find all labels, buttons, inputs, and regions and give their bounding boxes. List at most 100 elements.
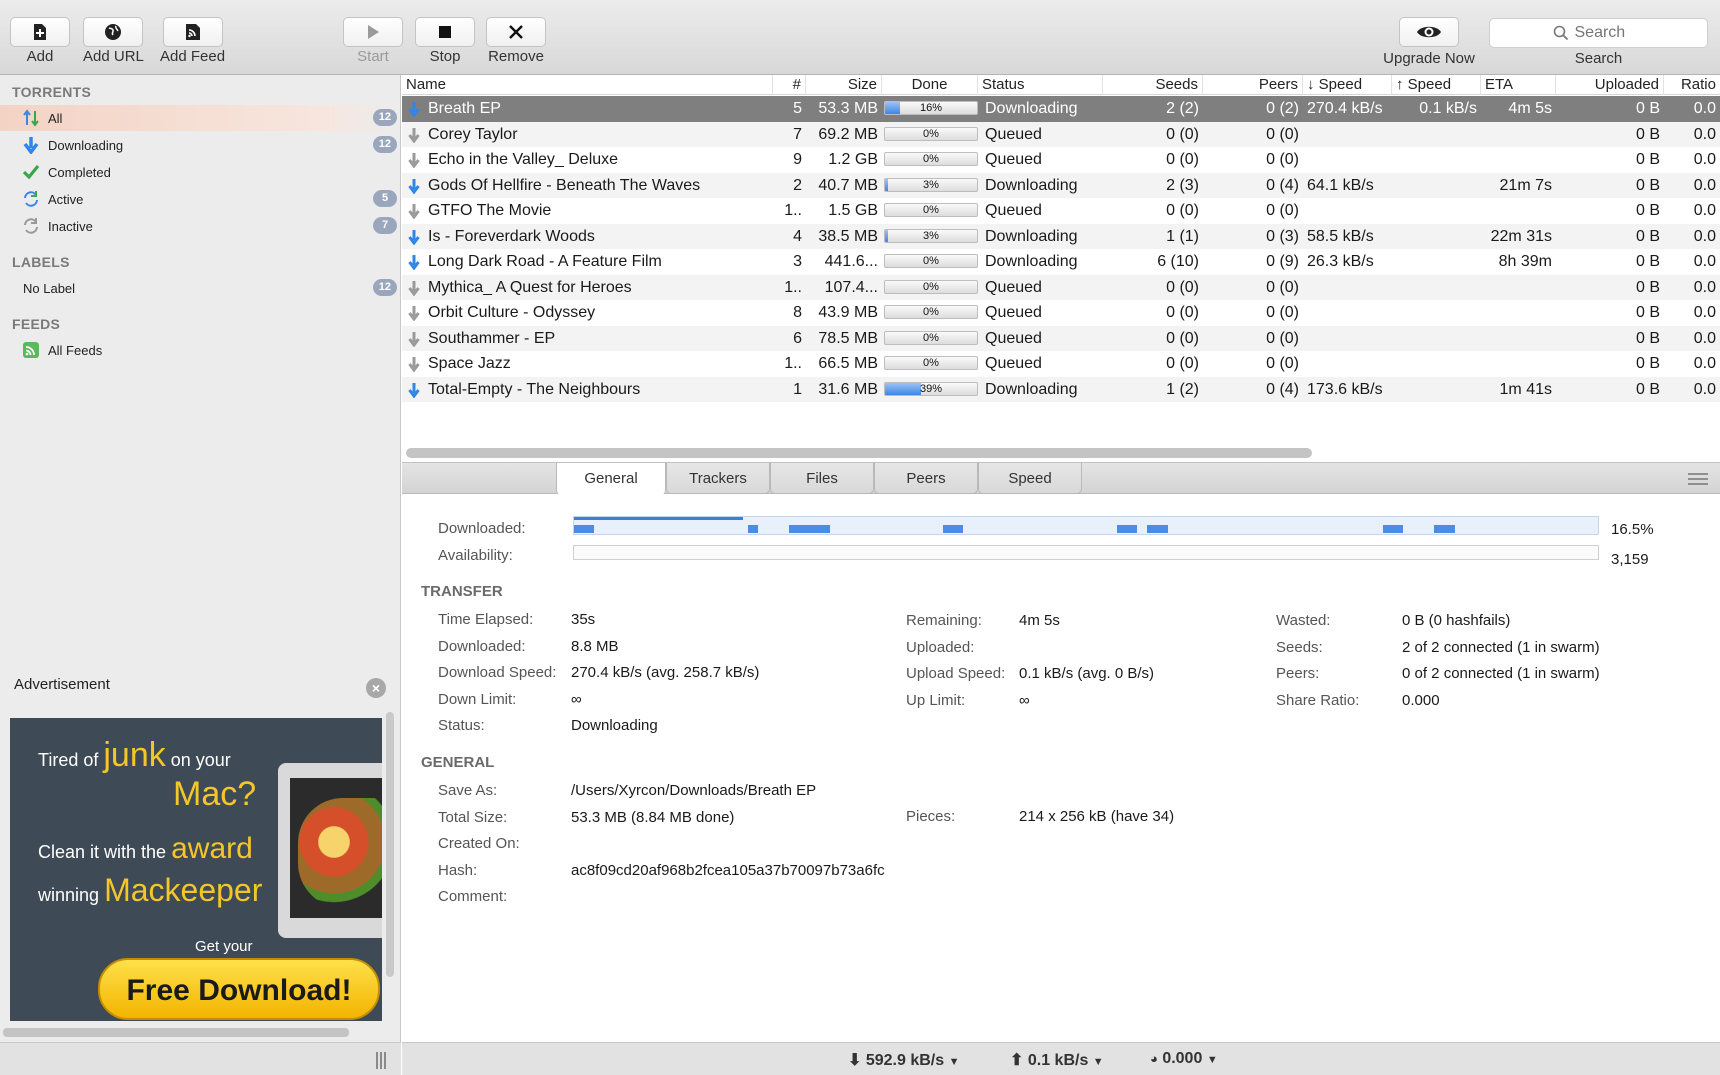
- tab-trackers[interactable]: Trackers: [666, 463, 770, 494]
- table-row[interactable]: Southammer - EP 6 78.5 MB Queued 0 (0) 0 (0) 0…: [402, 325, 1720, 351]
- cell-eta: [1481, 275, 1556, 300]
- cell-status: Downloading: [985, 176, 1078, 194]
- ad-text: junk: [103, 736, 166, 774]
- advertisement-banner[interactable]: Tired of junk on your Mac? Clean it with…: [10, 718, 382, 1021]
- download-speed-value: 592.9 kB/s: [865, 1052, 945, 1069]
- sidebar-item-active[interactable]: Active 5: [0, 186, 400, 212]
- search-label: Search: [1574, 50, 1623, 67]
- list-horizontal-scrollbar[interactable]: [406, 448, 1312, 458]
- table-row[interactable]: Gods Of Hellfire - Beneath The Waves 2 40.…: [402, 172, 1720, 198]
- table-row[interactable]: Total-Empty - The Neighbours 1 31.6 MB Down…: [402, 376, 1720, 402]
- upgrade-now-button[interactable]: Upgrade Now: [1383, 17, 1475, 67]
- add-url-button[interactable]: Add URL: [83, 17, 144, 65]
- close-ad-icon[interactable]: ×: [366, 678, 386, 698]
- sidebar-item-all-feeds[interactable]: All Feeds: [0, 337, 400, 363]
- table-row[interactable]: GTFO The Movie 1.. 1.5 GB Queued 0 (0) 0 (0) 0…: [402, 198, 1720, 224]
- column-header-down-speed[interactable]: ↓ Speed: [1303, 75, 1392, 95]
- torrent-list: Name # Size Done Status Seeds Peers ↓ Sp…: [402, 75, 1720, 462]
- table-row[interactable]: Is - Foreverdark Woods 4 38.5 MB Downloadin…: [402, 223, 1720, 249]
- table-row[interactable]: Long Dark Road - A Feature Film 3 441.6...…: [402, 249, 1720, 275]
- cell-name: Total-Empty - The Neighbours: [428, 380, 641, 398]
- ad-scrollbar[interactable]: [386, 712, 394, 977]
- stop-button[interactable]: Stop: [415, 17, 475, 65]
- table-row[interactable]: Echo in the Valley_ Deluxe 9 1.2 GB Queued 0…: [402, 147, 1720, 173]
- sidebar-horizontal-scrollbar[interactable]: [3, 1028, 349, 1037]
- column-header-peers[interactable]: Peers: [1203, 75, 1303, 95]
- active-arrows-icon: [21, 189, 41, 209]
- cell-seeds: 0 (0): [1166, 202, 1199, 219]
- table-row[interactable]: Space Jazz 1.. 66.5 MB Queued 0 (0) 0 (0) 0 B 0…: [402, 351, 1720, 377]
- progress-text: 0%: [923, 280, 939, 293]
- hamburger-menu-icon[interactable]: [1688, 473, 1708, 485]
- cell-size: 1.2 GB: [828, 151, 878, 168]
- sidebar-item-inactive[interactable]: Inactive 7: [0, 213, 400, 239]
- column-header-number[interactable]: #: [773, 75, 806, 95]
- cell-name: Southammer - EP: [428, 329, 556, 347]
- table-row[interactable]: Corey Taylor 7 69.2 MB Queued 0 (0) 0 (0) 0 B 0…: [402, 121, 1720, 147]
- cell-down: [1303, 147, 1392, 172]
- cell-up: [1392, 224, 1481, 249]
- tab-general[interactable]: General: [556, 463, 666, 495]
- upload-speed-status[interactable]: ⬆ 0.1 kB/s ▼: [1010, 1050, 1104, 1070]
- ad-tagline: Clean it with the award winning Mackeepe…: [38, 830, 262, 914]
- ratio-status[interactable]: ◕ 0.000 ▼: [1150, 1050, 1218, 1068]
- column-header-up-speed[interactable]: ↑ Speed: [1392, 75, 1481, 95]
- sidebar-item-all[interactable]: All 12: [0, 105, 400, 131]
- download-speed-status[interactable]: ⬇ 592.9 kB/s ▼: [848, 1050, 959, 1070]
- progress-bar: 3%: [884, 177, 978, 192]
- free-download-button[interactable]: Free Download!: [98, 958, 380, 1020]
- start-label: Start: [357, 48, 389, 65]
- table-row[interactable]: Mythica_ A Quest for Heroes 1.. 107.4... Qu…: [402, 274, 1720, 300]
- dropdown-arrow-icon: ▼: [1206, 1054, 1218, 1066]
- field-value: 0.000: [1402, 691, 1440, 709]
- sidebar-item-downloading[interactable]: Downloading 12: [0, 132, 400, 158]
- remove-button[interactable]: Remove: [486, 17, 546, 65]
- search-input[interactable]: [1574, 24, 1645, 42]
- start-button[interactable]: Start: [343, 17, 403, 65]
- column-header-seeds[interactable]: Seeds: [1103, 75, 1203, 95]
- cell-ratio: 0.0: [1693, 100, 1716, 117]
- cell-size: 66.5 MB: [818, 355, 878, 372]
- tab-speed[interactable]: Speed: [978, 463, 1082, 494]
- table-row[interactable]: Orbit Culture - Odyssey 8 43.9 MB Queued 0 (…: [402, 300, 1720, 326]
- cell-peers: 0 (0): [1266, 125, 1299, 143]
- cell-uploaded: 0 B: [1635, 329, 1660, 347]
- progress-text: 16%: [919, 102, 943, 114]
- column-header-eta[interactable]: ETA: [1481, 75, 1556, 95]
- progress-bar: 3%: [884, 228, 978, 243]
- cell-ratio: 0.0: [1693, 329, 1716, 347]
- tab-files[interactable]: Files: [770, 463, 874, 494]
- column-header-done[interactable]: Done: [882, 75, 978, 95]
- add-button[interactable]: Add: [10, 17, 70, 65]
- resize-grip-icon[interactable]: [376, 1052, 386, 1069]
- dropdown-arrow-icon: ▼: [948, 1056, 960, 1068]
- cell-peers: 0 (0): [1266, 202, 1299, 219]
- count-badge: 12: [372, 136, 397, 153]
- tab-peers[interactable]: Peers: [874, 463, 978, 494]
- cell-name: Echo in the Valley_ Deluxe: [428, 151, 619, 168]
- sidebar-item-no-label[interactable]: No Label 12: [0, 275, 400, 301]
- cell-peers: 0 (4): [1266, 380, 1299, 398]
- cell-num: 1..: [784, 355, 802, 372]
- column-header-ratio[interactable]: Ratio: [1664, 75, 1720, 95]
- column-header-size[interactable]: Size: [806, 75, 882, 95]
- search-box[interactable]: [1489, 18, 1708, 48]
- cell-num: 6: [793, 329, 802, 347]
- cell-num: 1..: [784, 278, 802, 296]
- add-feed-button[interactable]: Add Feed: [160, 17, 225, 65]
- field-label: Uploaded:: [906, 638, 975, 656]
- sidebar-footer: [0, 1042, 401, 1075]
- column-header-status[interactable]: Status: [978, 75, 1103, 95]
- sidebar-item-label: All: [48, 110, 63, 126]
- download-arrow-icon: [408, 204, 420, 219]
- cell-uploaded: 0 B: [1635, 176, 1660, 194]
- progress-text: 0%: [923, 331, 939, 344]
- column-header-uploaded[interactable]: Uploaded: [1556, 75, 1664, 95]
- cell-eta: [1481, 147, 1556, 172]
- cell-eta: 1m 41s: [1499, 380, 1552, 398]
- toolbar: Add Add URL Add Feed Start Stop Remove U…: [0, 0, 1720, 75]
- table-row[interactable]: Breath EP 5 53.3 MB Downloading 2 (2) 0 (2) 27…: [402, 96, 1720, 122]
- sidebar-item-completed[interactable]: Completed: [0, 159, 400, 185]
- column-header-name[interactable]: Name: [402, 75, 773, 95]
- progress-text: 39%: [919, 382, 943, 395]
